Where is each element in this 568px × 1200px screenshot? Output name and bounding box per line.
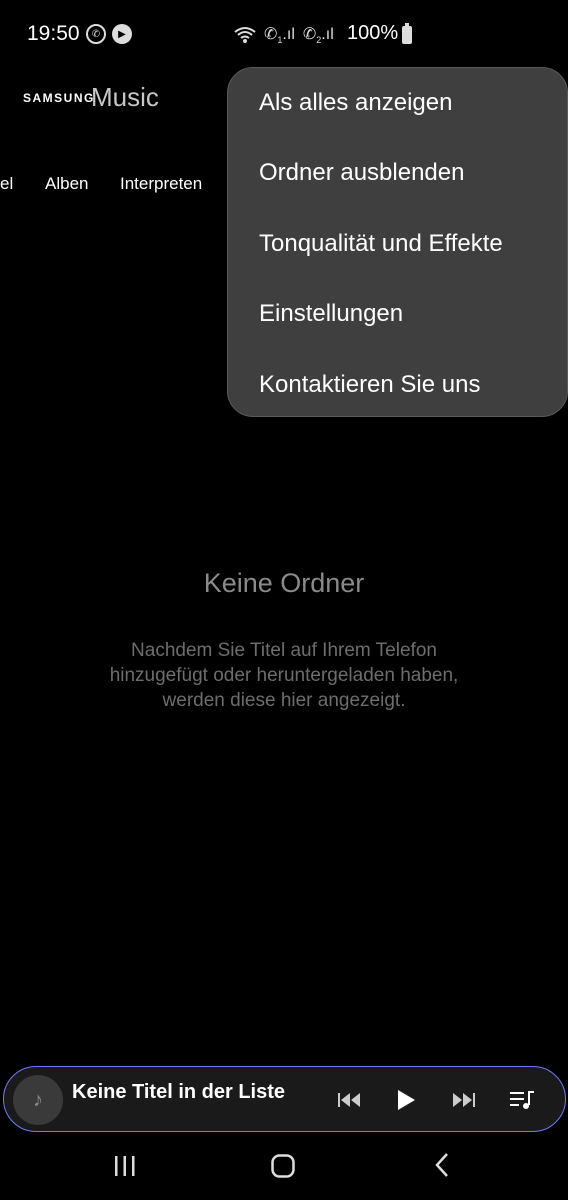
signal-icons: ✆1.ıl ✆2.ıl (234, 24, 334, 45)
back-button[interactable] (432, 1152, 452, 1183)
overflow-menu: Als alles anzeigen Ordner ausblenden Ton… (227, 67, 568, 417)
tab-albums[interactable]: Alben (45, 174, 88, 194)
brand-samsung: SAMSUNG (23, 91, 95, 105)
sim1-call-icon: ✆1.ıl (264, 26, 295, 46)
whatsapp-icon: ✆ (86, 24, 106, 44)
menu-item-sound-quality[interactable]: Tonqualität und Effekte (259, 224, 559, 264)
next-icon (453, 1093, 475, 1107)
menu-item-show-all[interactable]: Als alles anzeigen (259, 83, 559, 123)
brand-music: Music (91, 82, 159, 112)
menu-item-contact-us[interactable]: Kontaktieren Sie uns (259, 365, 559, 405)
home-button[interactable] (270, 1153, 296, 1184)
tab-artists[interactable]: Interpreten (120, 174, 202, 194)
empty-state-description: Nachdem Sie Titel auf Ihrem Telefon hinz… (109, 640, 459, 711)
recent-apps-button[interactable] (113, 1155, 137, 1182)
wifi-call-icon (234, 26, 256, 43)
music-note-icon: ♪ (33, 1088, 43, 1111)
play-notification-icon: ▶ (112, 24, 132, 44)
tab-songs-partial[interactable]: el (0, 174, 13, 194)
album-art[interactable]: ♪ (13, 1075, 63, 1125)
play-icon (398, 1090, 415, 1110)
mini-player[interactable]: ♪ Keine Titel in der Liste (3, 1066, 566, 1132)
play-button[interactable] (389, 1083, 423, 1117)
previous-icon (338, 1093, 360, 1107)
status-time: 19:50 (27, 22, 80, 45)
previous-button[interactable] (332, 1083, 366, 1117)
empty-state-title: Keine Ordner (203, 568, 365, 598)
recent-apps-icon (115, 1156, 135, 1176)
next-button[interactable] (447, 1083, 481, 1117)
queue-button[interactable] (505, 1083, 539, 1117)
notification-icons: ✆ ▶ (86, 24, 132, 44)
battery-percentage: 100% (347, 22, 399, 44)
playlist-icon (510, 1091, 534, 1109)
home-icon (271, 1154, 295, 1178)
battery-icon (402, 23, 412, 44)
menu-item-hide-folders[interactable]: Ordner ausblenden (259, 153, 559, 193)
menu-item-settings[interactable]: Einstellungen (259, 294, 559, 334)
sim2-call-icon: ✆2.ıl (302, 26, 334, 46)
player-title: Keine Titel in der Liste (72, 1081, 286, 1103)
back-icon (435, 1153, 448, 1177)
